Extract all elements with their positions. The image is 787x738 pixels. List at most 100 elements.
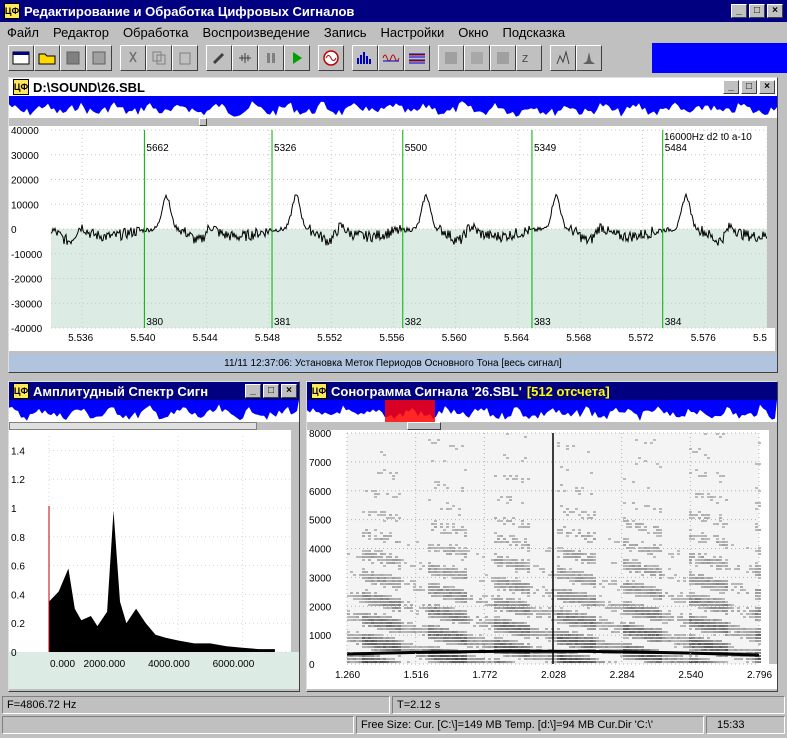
sonogram-cell xyxy=(374,649,377,651)
sonogram-cell xyxy=(629,550,632,552)
sonogram-cell xyxy=(623,610,626,612)
sonogram-cell xyxy=(650,619,653,621)
sonogram-cell xyxy=(413,646,416,648)
sonogram-cell xyxy=(578,637,581,639)
menu-settings[interactable]: Настройки xyxy=(374,25,452,40)
spectrum-overview[interactable] xyxy=(9,400,299,422)
pause-icon[interactable] xyxy=(258,45,284,71)
sonogram-scroll-thumb[interactable] xyxy=(407,422,441,430)
sonogram-cell xyxy=(479,625,482,627)
sonogram-cell xyxy=(584,646,587,648)
sonogram-cell xyxy=(635,583,638,585)
sonogram-cell xyxy=(758,610,761,612)
waveform-minimize-button[interactable]: _ xyxy=(723,80,739,94)
sonogram-cell xyxy=(626,658,629,660)
sonogram-cell xyxy=(395,598,398,600)
play-icon[interactable] xyxy=(284,45,310,71)
sonogram-cell xyxy=(713,607,716,609)
sonogram-cell xyxy=(434,589,437,591)
effects-icon[interactable] xyxy=(490,45,516,71)
sonogram-cell xyxy=(656,613,659,615)
sonogram-plot[interactable]: 8000700060005000400030002000100001.260 1.… xyxy=(307,430,777,689)
spectrum-maximize-button[interactable]: □ xyxy=(263,384,279,398)
transform-icon[interactable] xyxy=(464,45,490,71)
sonogram-cell xyxy=(584,592,587,594)
sonogram-cell xyxy=(578,571,581,573)
sonogram-cell xyxy=(464,661,467,663)
spectrum-close-button[interactable]: × xyxy=(281,384,297,398)
sonogram-cell xyxy=(491,559,494,561)
sonogram-cell xyxy=(623,658,626,660)
sonogram-cell xyxy=(569,589,572,591)
sonogram-cell xyxy=(725,622,728,624)
sonogram-cell xyxy=(608,625,611,627)
sonogram-cell xyxy=(461,529,464,531)
sonogram-cell xyxy=(395,589,398,591)
sonogram-overview[interactable] xyxy=(307,400,777,422)
minimize-button[interactable]: _ xyxy=(731,4,747,18)
menu-editor[interactable]: Редактор xyxy=(46,25,116,40)
sonogram-cell xyxy=(689,571,692,573)
sonogram-cell xyxy=(575,535,578,537)
paste-icon[interactable] xyxy=(172,45,198,71)
copy-icon[interactable] xyxy=(146,45,172,71)
zoom-icon[interactable]: Z xyxy=(516,45,542,71)
spectrum-plot[interactable]: 1.41.210.80.60.40.200.000 2000.000 4000.00… xyxy=(9,430,299,689)
record-mic-icon[interactable] xyxy=(206,45,232,71)
sonogram-cell xyxy=(362,559,365,561)
sonogram-cell xyxy=(434,586,437,588)
sonogram-cell xyxy=(608,604,611,606)
spectrum-scrollbar[interactable] xyxy=(9,422,257,430)
spectrum-icon[interactable] xyxy=(352,45,378,71)
cut-icon[interactable] xyxy=(120,45,146,71)
sonogram-cell xyxy=(698,475,701,477)
menu-file[interactable]: Файл xyxy=(0,25,46,40)
sonogram-cell xyxy=(689,583,692,585)
maximize-button[interactable]: □ xyxy=(749,4,765,18)
sonogram-icon[interactable] xyxy=(404,45,430,71)
histogram-icon[interactable] xyxy=(576,45,602,71)
sonogram-cell xyxy=(557,568,560,570)
sonogram-cell xyxy=(641,637,644,639)
sonogram-cell xyxy=(635,595,638,597)
sonogram-cell xyxy=(470,658,473,660)
wave-icon[interactable] xyxy=(378,45,404,71)
menu-playback[interactable]: Воспроизведение xyxy=(196,25,317,40)
waveform-status-text: 11/11 12:37:06: Установка Меток Периодов… xyxy=(224,357,562,369)
status-disk-text: Free Size: Cur. [C:\]=149 MB Temp. [d:\]… xyxy=(361,719,653,731)
menu-processing[interactable]: Обработка xyxy=(116,25,196,40)
cursor-tool-icon[interactable] xyxy=(232,45,258,71)
menu-help[interactable]: Подсказка xyxy=(495,25,572,40)
menu-window[interactable]: Окно xyxy=(451,25,495,40)
sonogram-cell xyxy=(629,586,632,588)
sonogram-cell xyxy=(362,640,365,642)
generator-icon[interactable] xyxy=(318,45,344,71)
spectrum-minimize-button[interactable]: _ xyxy=(245,384,261,398)
menu-record[interactable]: Запись xyxy=(317,25,374,40)
sonogram-cell xyxy=(452,565,455,567)
sonogram-cell xyxy=(389,535,392,537)
new-window-icon[interactable] xyxy=(8,45,34,71)
sonogram-cell xyxy=(548,616,551,618)
waveform-maximize-button[interactable]: □ xyxy=(741,80,757,94)
sonogram-cell xyxy=(734,628,737,630)
sonogram-cell xyxy=(518,622,521,624)
close-button[interactable]: × xyxy=(767,4,783,18)
sonogram-cell xyxy=(425,646,428,648)
save-icon[interactable] xyxy=(60,45,86,71)
waveform-scroll-thumb[interactable] xyxy=(199,118,207,126)
save-all-icon[interactable] xyxy=(86,45,112,71)
sonogram-cell xyxy=(590,601,593,603)
analysis-icon[interactable] xyxy=(550,45,576,71)
waveform-overview[interactable] xyxy=(9,96,777,118)
sonogram-cell xyxy=(641,604,644,606)
open-folder-icon[interactable] xyxy=(34,45,60,71)
sonogram-cell xyxy=(380,532,383,534)
filter-icon[interactable] xyxy=(438,45,464,71)
waveform-close-button[interactable]: × xyxy=(759,80,775,94)
waveform-plot[interactable]: 400003000020000100000-10000-20000-30000-… xyxy=(9,126,775,351)
sonogram-cell xyxy=(377,622,380,624)
sonogram-cell xyxy=(599,640,602,642)
sonogram-cell xyxy=(494,607,497,609)
sonogram-cell xyxy=(659,631,662,633)
